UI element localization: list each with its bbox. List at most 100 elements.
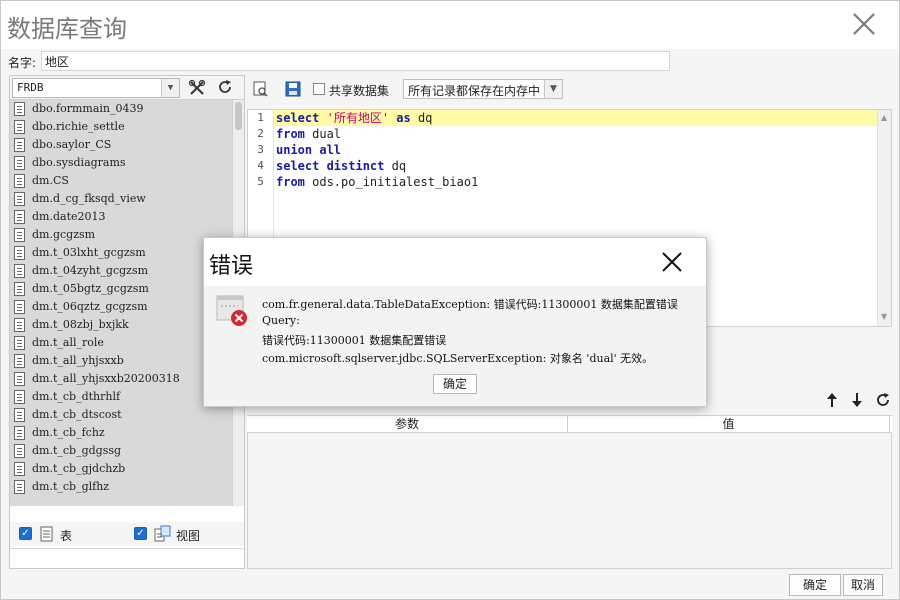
scroll-down-icon[interactable]: ▼ (881, 312, 887, 321)
table-list-item[interactable]: dm.t_cb_fchz (10, 424, 244, 442)
table-icon (14, 318, 25, 332)
chevron-down-icon[interactable]: ▼ (161, 79, 179, 97)
code-line: select distinct dq (276, 159, 407, 173)
table-name: dm.t_04zyht_gcgzsm (32, 264, 149, 277)
filter-checkboxes: ✓ 表 ✓ 视图 (10, 522, 244, 546)
table-name: dbo.sysdiagrams (32, 156, 126, 169)
error-icon (216, 295, 247, 326)
arrow-up-icon[interactable] (825, 392, 839, 408)
line-number: 5 (257, 175, 264, 188)
dialog-ok-button[interactable]: 确定 (433, 374, 477, 394)
query-window: 数据库查询 名字: FRDB ▼ (0, 0, 900, 600)
dialog-title: 错误 (209, 254, 254, 279)
name-input[interactable] (41, 51, 670, 71)
code-line: from dual (276, 127, 342, 141)
code-line: union all (276, 143, 342, 157)
table-name: dm.t_cb_gdgssg (32, 444, 122, 457)
view-checkbox-label: 视图 (176, 529, 201, 543)
scroll-up-icon[interactable]: ▲ (881, 113, 887, 122)
table-icon (14, 408, 25, 422)
table-icon (14, 192, 25, 206)
table-icon (14, 282, 25, 296)
table-icon (14, 102, 25, 116)
table-list-item[interactable]: dbo.richie_settle (10, 118, 244, 136)
ok-button[interactable]: 确定 (789, 574, 841, 596)
table-checkbox-label: 表 (60, 529, 73, 543)
table-list-item[interactable]: dm.CS (10, 172, 244, 190)
table-name: dm.t_cb_dtscost (32, 408, 122, 421)
table-name: dm.t_cb_glfhz (32, 480, 110, 493)
editor-scrollbar[interactable]: ▲ ▼ (877, 110, 891, 326)
close-icon[interactable] (660, 250, 684, 274)
table-list-item[interactable]: dm.d_cg_fksqd_view (10, 190, 244, 208)
table-name: dm.t_08zbj_bxjkk (32, 318, 129, 331)
value-column-header: 值 (568, 416, 890, 433)
line-number: 4 (257, 159, 264, 172)
table-icon (14, 372, 25, 386)
table-name: dm.CS (32, 174, 69, 187)
dialog-body: com.fr.general.data.TableDataException: … (204, 286, 706, 406)
chevron-down-icon[interactable]: ▼ (544, 80, 562, 98)
table-list-item[interactable]: dbo.formmain_0439 (10, 100, 244, 118)
table-name: dm.t_cb_dthrhlf (32, 390, 121, 403)
table-name: dm.d_cg_fksqd_view (32, 192, 146, 205)
table-list-item[interactable]: dm.t_cb_dtscost (10, 406, 244, 424)
table-icon (14, 138, 25, 152)
table-name: dm.t_all_yhjsxxb (32, 354, 124, 367)
table-icon (14, 336, 25, 350)
table-filter-input[interactable] (10, 548, 244, 568)
table-icon (14, 426, 25, 440)
table-icon (14, 390, 25, 404)
tools-icon (188, 79, 206, 95)
query-toolbar: 共享数据集 所有记录都保存在内存中 ▼ (247, 77, 897, 101)
close-icon[interactable] (849, 9, 879, 39)
param-table-header: 参数 值 (247, 415, 892, 433)
line-number: 1 (257, 111, 264, 124)
table-name: dbo.saylor_CS (32, 138, 112, 151)
connection-value: FRDB (17, 81, 44, 94)
param-table-body[interactable] (247, 433, 892, 569)
table-list-item[interactable]: dm.t_cb_glfhz (10, 478, 244, 496)
line-number: 2 (257, 127, 264, 140)
refresh-connection-button[interactable] (214, 78, 236, 98)
table-list-item[interactable]: dm.t_cb_gjdchzb (10, 460, 244, 478)
cancel-button[interactable]: 取消 (843, 574, 883, 596)
table-name: dm.date2013 (32, 210, 106, 223)
error-message-line: com.microsoft.sqlserver.jdbc.SQLServerEx… (262, 352, 654, 365)
arrow-down-icon[interactable] (850, 392, 864, 408)
scroll-thumb[interactable] (235, 102, 242, 130)
table-icon (14, 480, 25, 494)
table-icon (14, 264, 25, 278)
table-name: dm.t_cb_fchz (32, 426, 105, 439)
name-row: 名字: (1, 49, 899, 73)
connection-select[interactable]: FRDB ▼ (12, 78, 180, 98)
window-title: 数据库查询 (7, 15, 127, 43)
share-dataset-checkbox[interactable] (313, 83, 325, 95)
error-message-line: 错误代码:11300001 数据集配置错误 (262, 334, 447, 347)
table-name: dm.t_05bgtz_gcgzsm (32, 282, 149, 295)
storage-mode-value: 所有记录都保存在内存中 (408, 84, 541, 98)
refresh-icon[interactable] (875, 392, 891, 408)
edit-connection-button[interactable] (186, 78, 208, 98)
table-icon (14, 210, 25, 224)
table-name: dm.t_03lxht_gcgzsm (32, 246, 146, 259)
error-message-line: Query: (262, 314, 300, 327)
table-list-item[interactable]: dbo.saylor_CS (10, 136, 244, 154)
view-icon (154, 525, 171, 542)
storage-mode-select[interactable]: 所有记录都保存在内存中 ▼ (403, 79, 563, 99)
error-dialog: 错误 com.fr.general.data.TableDataExceptio… (203, 237, 707, 407)
table-name: dm.t_cb_gjdchzb (32, 462, 126, 475)
view-checkbox[interactable]: ✓ (134, 527, 147, 540)
table-icon (14, 444, 25, 458)
preview-icon[interactable] (253, 81, 269, 97)
table-list-item[interactable]: dm.date2013 (10, 208, 244, 226)
connection-toolbar: FRDB ▼ (10, 76, 244, 100)
table-icon (14, 174, 25, 188)
table-checkbox[interactable]: ✓ (19, 527, 32, 540)
table-icon (14, 120, 25, 134)
table-list-item[interactable]: dbo.sysdiagrams (10, 154, 244, 172)
save-icon[interactable] (285, 81, 301, 97)
table-name: dm.t_06qztz_gcgzsm (32, 300, 148, 313)
table-name: dm.gcgzsm (32, 228, 96, 241)
table-list-item[interactable]: dm.t_cb_gdgssg (10, 442, 244, 460)
